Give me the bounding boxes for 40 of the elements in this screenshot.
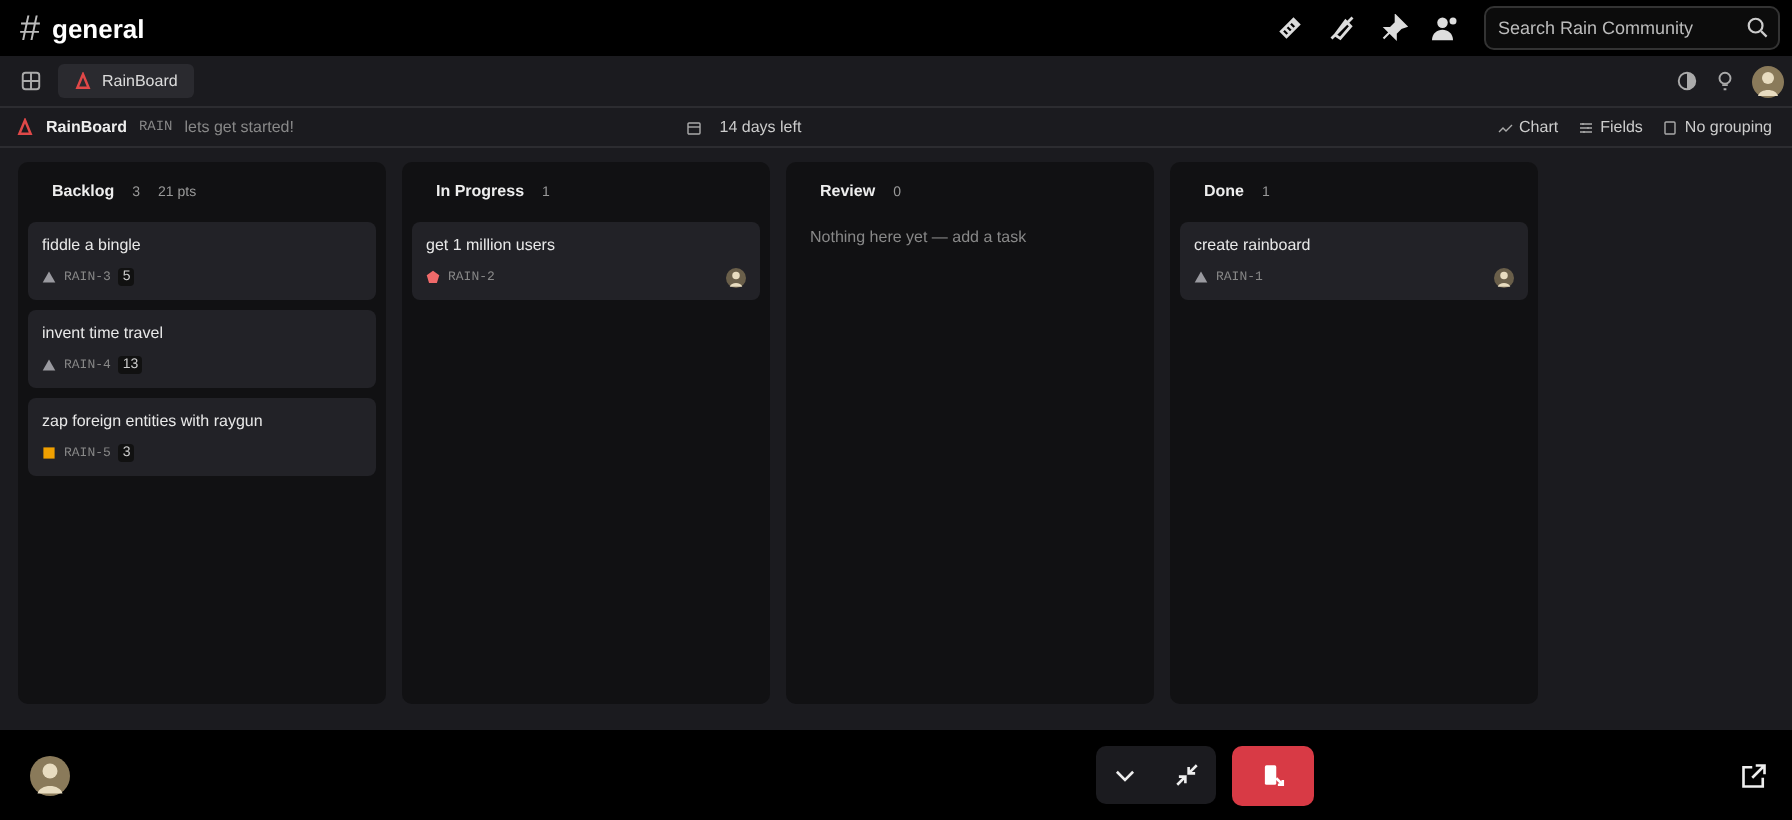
document-icon: [1662, 119, 1679, 135]
chart-icon: [1497, 119, 1514, 135]
logo-icon: [74, 72, 92, 90]
board-name: RainBoard: [46, 118, 127, 136]
chart-button[interactable]: Chart: [1493, 118, 1563, 136]
task-title: create rainboard: [1194, 236, 1313, 254]
pop-out-icon[interactable]: [1740, 761, 1768, 789]
threads-icon[interactable]: [1276, 14, 1304, 42]
search-field[interactable]: Search Rain Community: [1484, 6, 1780, 50]
channel-hash: #: [20, 7, 41, 49]
user-avatar[interactable]: [30, 755, 70, 795]
lightbulb-icon[interactable]: [1714, 70, 1736, 92]
pin-icon[interactable]: [1380, 14, 1408, 42]
calendar-icon: [685, 119, 702, 135]
board-description: lets get started!: [184, 118, 294, 136]
sliders-icon: [1578, 119, 1595, 135]
contrast-icon[interactable]: [1676, 70, 1698, 92]
column-title: Review: [820, 182, 876, 200]
grouping-button[interactable]: No grouping: [1658, 118, 1777, 136]
column-title: Backlog: [52, 182, 115, 200]
task-title: fiddle a bingle: [42, 236, 143, 254]
board-tab[interactable]: RainBoard: [58, 64, 194, 98]
minimize-icon[interactable]: [1174, 762, 1200, 788]
mute-icon[interactable]: [1328, 14, 1356, 42]
search-icon: [1746, 16, 1768, 38]
leave-icon: [1260, 762, 1286, 788]
user-avatar[interactable]: [1752, 65, 1784, 97]
task-title: zap foreign entities with raygun: [42, 412, 265, 430]
channel-name: general: [52, 13, 145, 43]
task-title: invent time travel: [42, 324, 165, 342]
column-title: Done: [1204, 182, 1244, 200]
logo-icon: [16, 118, 34, 136]
column-title: In Progress: [436, 182, 525, 200]
time-left: 14 days left: [719, 118, 802, 136]
fields-button[interactable]: Fields: [1574, 118, 1647, 136]
leave-button[interactable]: [1232, 745, 1314, 805]
empty-message: Nothing here yet — add a task: [808, 226, 1029, 250]
members-icon[interactable]: [1432, 14, 1460, 42]
grid-icon[interactable]: [20, 70, 42, 92]
task-title: get 1 million users: [426, 236, 557, 254]
